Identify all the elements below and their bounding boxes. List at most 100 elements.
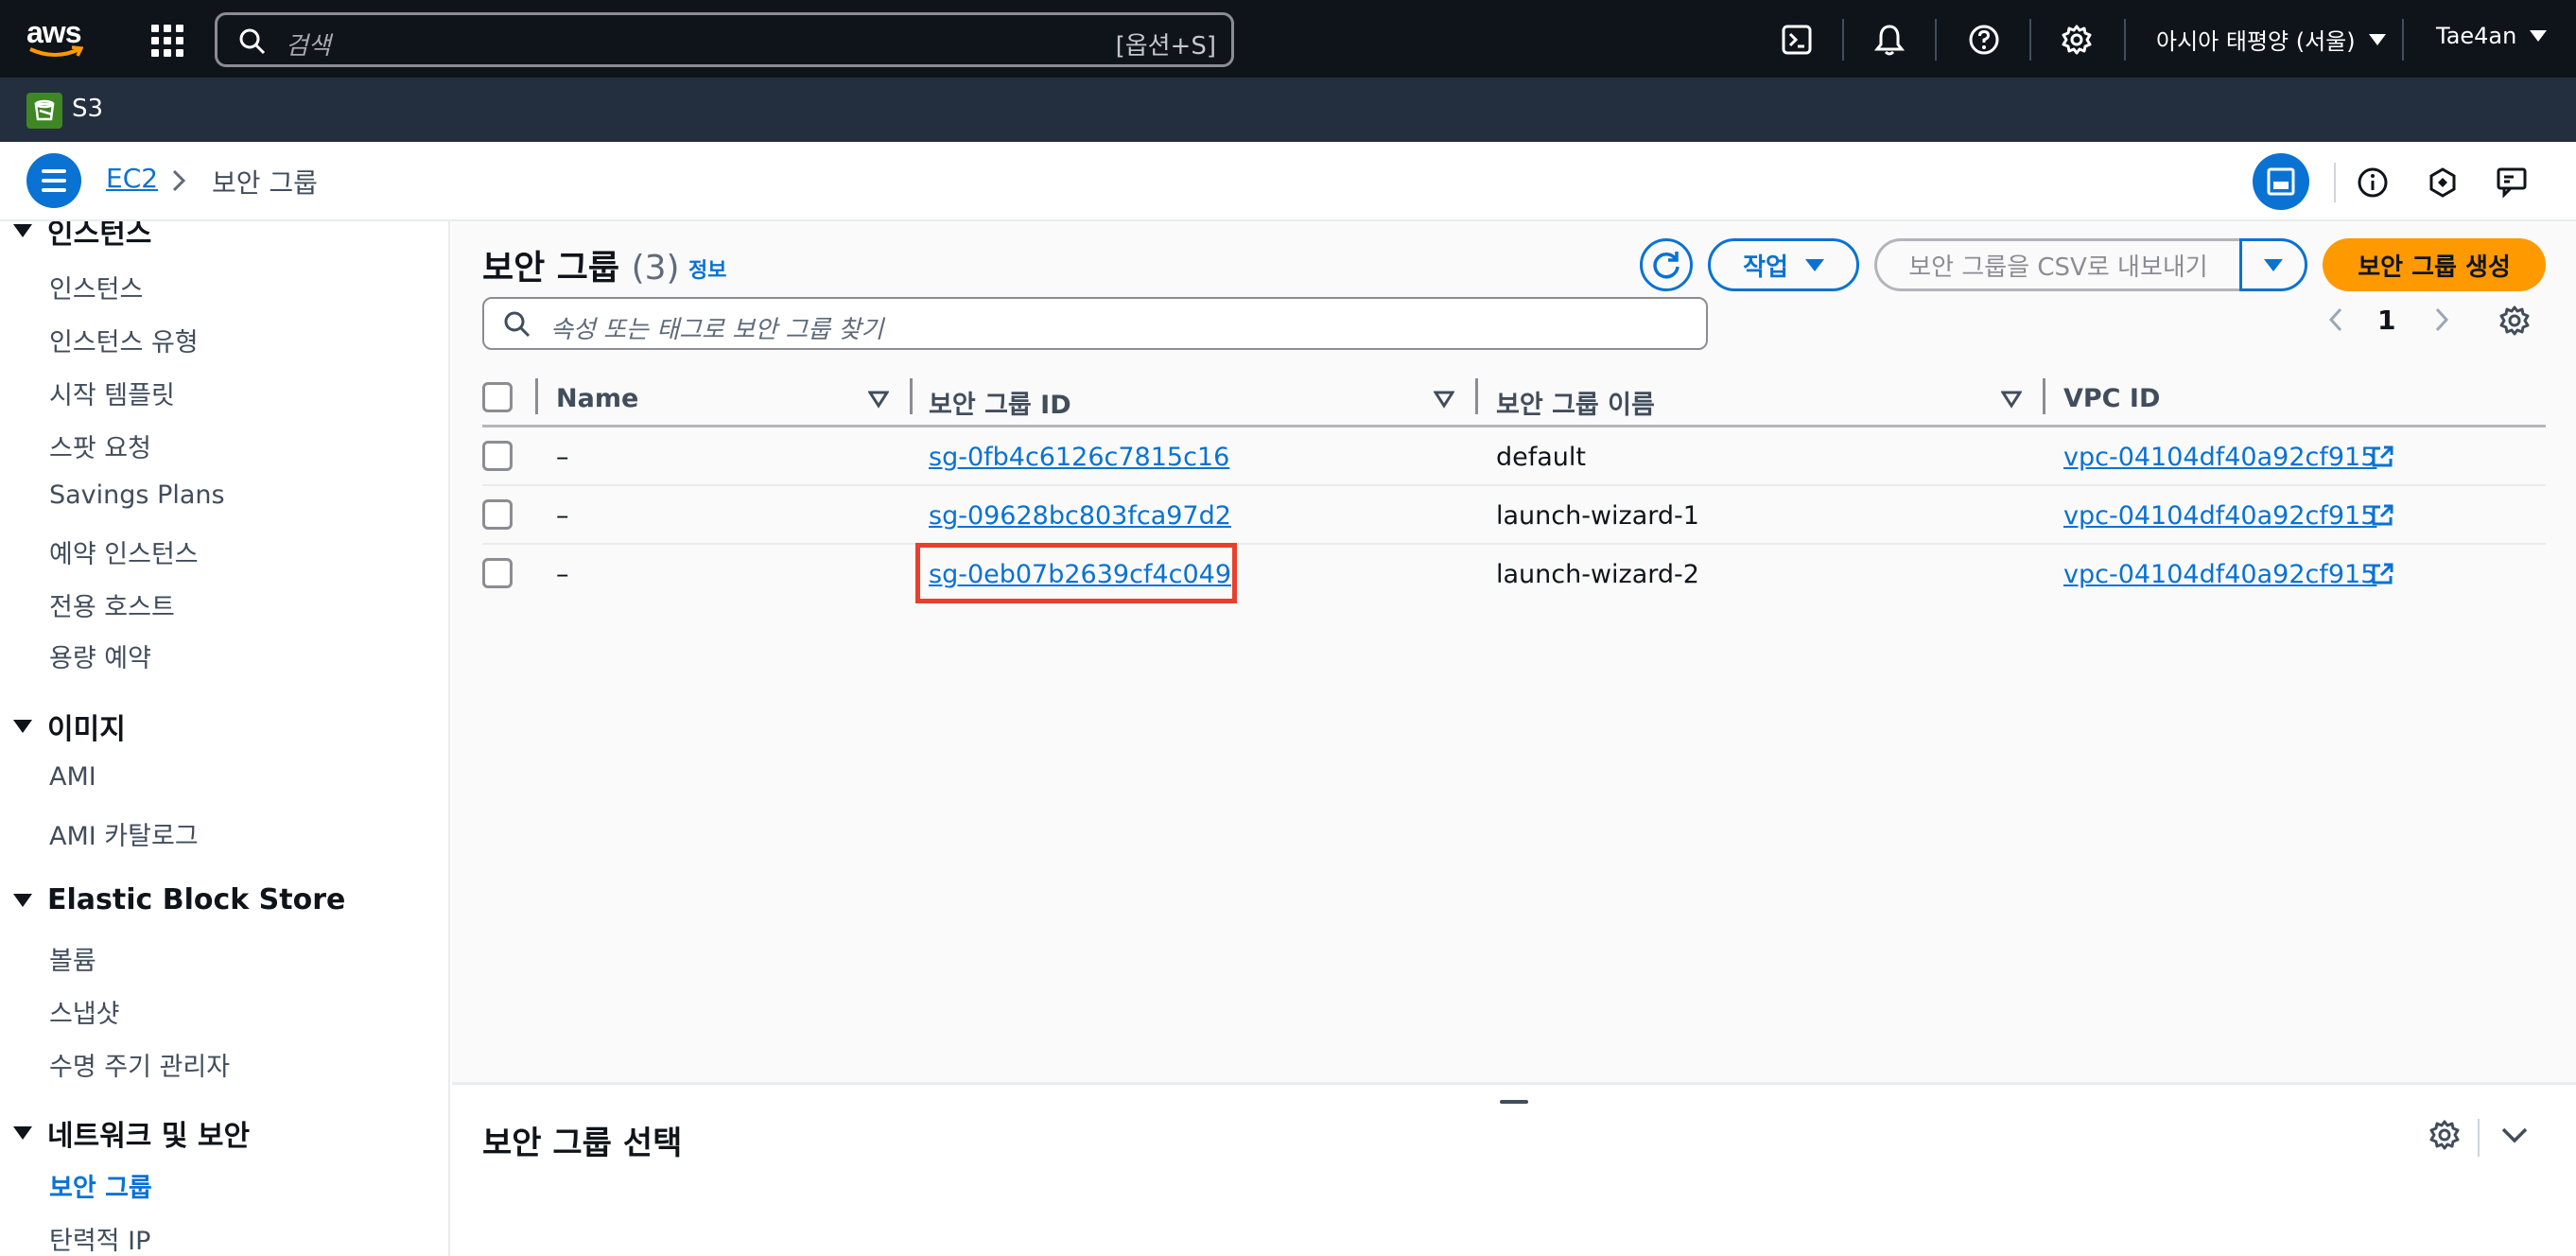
nav-item-capacity-reservations[interactable]: 용량 예약 [49, 637, 151, 674]
row-checkbox[interactable] [482, 499, 513, 530]
info-icon[interactable] [2351, 161, 2394, 204]
s3-service-icon[interactable] [26, 93, 62, 129]
nav-item-ami[interactable]: AMI [49, 762, 96, 792]
side-navigation-toggle[interactable] [26, 153, 81, 208]
external-link-icon [2372, 563, 2393, 584]
user-menu[interactable]: Tae4an [2436, 23, 2548, 49]
toolbar-divider [2334, 163, 2336, 202]
column-divider [910, 378, 913, 414]
nav-item-security-groups[interactable]: 보안 그룹 [49, 1167, 152, 1204]
breadcrumb-ec2-link[interactable]: EC2 [106, 163, 158, 194]
gear-icon[interactable] [2058, 21, 2096, 59]
security-group-name: launch-wizard-2 [1496, 560, 1699, 589]
sort-icon[interactable] [2001, 390, 2022, 409]
row-checkbox[interactable] [482, 558, 513, 588]
item-count: (3) [631, 249, 680, 288]
pagination-prev-icon[interactable] [2326, 306, 2345, 333]
security-group-name: default [1496, 443, 1587, 472]
export-dropdown-button[interactable] [2239, 238, 2307, 291]
pagination-current-page[interactable]: 1 [2377, 305, 2395, 336]
bell-icon[interactable] [1871, 21, 1908, 59]
select-all-checkbox[interactable] [482, 382, 513, 412]
cloudshell-icon[interactable] [1778, 21, 1816, 59]
row-name: – [556, 560, 569, 589]
nav-section-images[interactable]: 이미지 [13, 706, 126, 747]
nav-divider [2402, 19, 2404, 61]
highlight-box [915, 543, 1237, 603]
nav-item-ami-catalog[interactable]: AMI 카탈로그 [49, 815, 199, 852]
refresh-button[interactable] [1640, 238, 1693, 291]
caret-down-icon [2368, 33, 2386, 45]
nav-item-launch-templates[interactable]: 시작 템플릿 [49, 375, 175, 411]
security-group-filter-input[interactable]: 속성 또는 태그로 보안 그룹 찾기 [482, 297, 1708, 350]
caret-down-icon [13, 224, 32, 237]
info-link[interactable]: 정보 [688, 253, 726, 284]
nav-section-network-security[interactable]: 네트워크 및 보안 [13, 1112, 250, 1154]
search-icon [504, 311, 531, 338]
caret-down-icon [2264, 258, 2283, 271]
service-favorites-bar: S3 [0, 78, 2576, 142]
external-link-icon [2372, 445, 2393, 467]
resize-handle[interactable] [1500, 1100, 1528, 1104]
nav-item-lifecycle-manager[interactable]: 수명 주기 관리자 [49, 1046, 230, 1083]
nav-divider [2124, 19, 2126, 61]
row-name: – [556, 443, 569, 472]
create-security-group-button[interactable]: 보안 그룹 생성 [2323, 238, 2546, 291]
column-header-sg-id[interactable]: 보안 그룹 ID [929, 384, 1071, 421]
export-csv-button[interactable]: 보안 그룹을 CSV로 내보내기 [1874, 238, 2239, 291]
security-group-name: launch-wizard-1 [1496, 501, 1699, 531]
table-row[interactable]: – sg-0fb4c6126c7815c16 default vpc-04104… [482, 427, 2546, 486]
user-name: Tae4an [2436, 23, 2517, 49]
column-header-sg-name[interactable]: 보안 그룹 이름 [1496, 384, 1655, 421]
nav-item-elastic-ips[interactable]: 탄력적 IP [49, 1220, 150, 1256]
split-panel-toggle[interactable] [2253, 153, 2309, 210]
caret-down-icon [13, 893, 32, 907]
nav-section-ebs[interactable]: Elastic Block Store [13, 883, 345, 916]
refresh-icon [1653, 252, 1680, 279]
actions-dropdown-button[interactable]: 작업 [1708, 238, 1859, 291]
column-header-name[interactable]: Name [556, 384, 638, 413]
security-group-id-link[interactable]: sg-09628bc803fca97d2 [929, 501, 1231, 531]
nav-item-instances[interactable]: 인스턴스 [49, 269, 143, 305]
caret-down-icon [13, 720, 32, 733]
nav-item-snapshots[interactable]: 스냅샷 [49, 993, 120, 1030]
vpc-id-link[interactable]: vpc-04104df40a92cf915 [2063, 560, 2376, 589]
security-group-id-link[interactable]: sg-0fb4c6126c7815c16 [929, 443, 1229, 472]
nav-item-dedicated-hosts[interactable]: 전용 호스트 [49, 586, 175, 623]
vpc-id-link[interactable]: vpc-04104df40a92cf915 [2063, 443, 2376, 472]
help-icon[interactable] [1965, 21, 2003, 59]
services-grid-icon[interactable] [148, 21, 185, 59]
row-name: – [556, 501, 569, 531]
region-selector[interactable]: 아시아 태평양 (서울) [2156, 23, 2386, 56]
feedback-icon[interactable] [2491, 161, 2534, 204]
global-search-input[interactable]: 검색 [옵션+S] [215, 12, 1234, 67]
table-row[interactable]: – sg-0eb07b2639cf4c049 launch-wizard-2 v… [482, 543, 2546, 603]
table-row[interactable]: – sg-09628bc803fca97d2 launch-wizard-1 v… [482, 486, 2546, 545]
nav-item-savings-plans[interactable]: Savings Plans [49, 480, 225, 510]
nav-section-instances[interactable]: 인스턴스 [13, 221, 151, 252]
breadcrumb-bar: EC2 보안 그룹 [0, 142, 2576, 221]
nav-item-instance-types[interactable]: 인스턴스 유형 [49, 322, 199, 358]
caret-down-icon [1804, 258, 1824, 271]
chevron-right-icon [172, 169, 186, 192]
main-content: 보안 그룹 (3) 정보 작업 보안 그룹을 CSV로 내보내기 보안 그룹 생… [452, 221, 2576, 1082]
search-placeholder: 검색 [286, 32, 331, 61]
caret-down-icon [13, 1126, 32, 1140]
pagination-next-icon[interactable] [2432, 306, 2451, 333]
hexagon-icon[interactable] [2421, 161, 2464, 204]
chevron-down-icon[interactable] [2500, 1125, 2529, 1145]
column-header-vpc-id[interactable]: VPC ID [2063, 384, 2160, 413]
row-checkbox[interactable] [482, 441, 513, 471]
sort-icon[interactable] [1434, 390, 1454, 409]
nav-item-reserved-instances[interactable]: 예약 인스턴스 [49, 533, 199, 570]
nav-item-volumes[interactable]: 볼륨 [49, 940, 96, 977]
search-icon [239, 28, 266, 55]
table-preferences-gear-icon[interactable] [2498, 305, 2531, 337]
s3-service-link[interactable]: S3 [72, 95, 103, 123]
split-panel-gear-icon[interactable] [2428, 1119, 2461, 1151]
sort-icon[interactable] [868, 390, 889, 409]
aws-logo[interactable]: aws [26, 17, 89, 61]
column-divider [1475, 378, 1478, 414]
nav-item-spot-requests[interactable]: 스팟 요청 [49, 427, 151, 464]
vpc-id-link[interactable]: vpc-04104df40a92cf915 [2063, 501, 2376, 531]
